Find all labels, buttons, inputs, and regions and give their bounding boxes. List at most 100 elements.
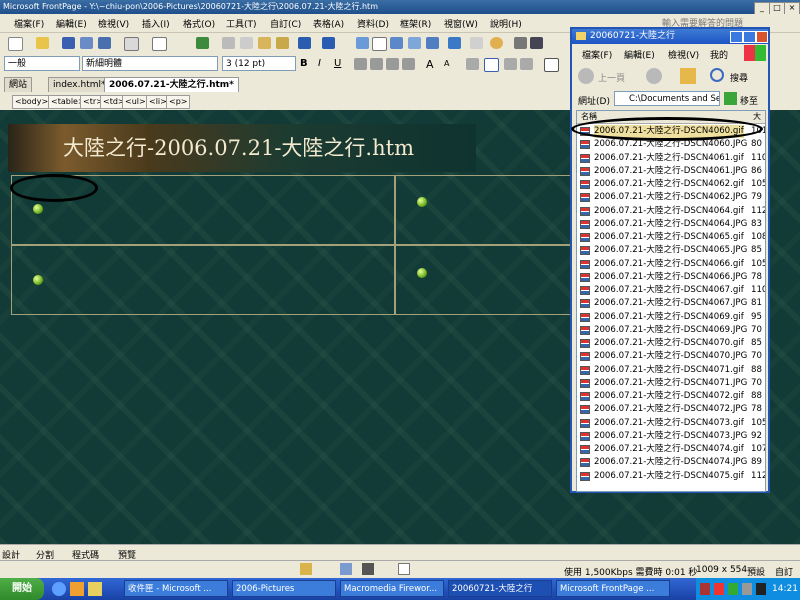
task-explorer-folder[interactable]: 20060721-大陸之行 bbox=[448, 580, 552, 597]
bullets-icon[interactable] bbox=[484, 58, 499, 72]
go-arrow-icon[interactable] bbox=[724, 92, 737, 105]
show-all-icon[interactable] bbox=[470, 37, 483, 49]
explorer-menu-favorites[interactable]: 我的 bbox=[710, 48, 728, 61]
tag-ul[interactable]: <ul> bbox=[122, 95, 149, 109]
menu-insert[interactable]: 插入(I) bbox=[142, 17, 170, 30]
align-right-icon[interactable] bbox=[386, 58, 399, 70]
menu-edit[interactable]: 編輯(E) bbox=[56, 17, 87, 30]
task-frontpage[interactable]: Microsoft FrontPage ... bbox=[556, 580, 670, 597]
align-left-icon[interactable] bbox=[354, 58, 367, 70]
copy-icon[interactable] bbox=[240, 37, 253, 49]
font-select[interactable]: 新細明體 bbox=[82, 56, 218, 71]
menu-table[interactable]: 表格(A) bbox=[313, 17, 344, 30]
file-row[interactable]: 2006.07.21-大陸之行-DSCN4071.JPG 70 bbox=[577, 377, 765, 390]
file-row[interactable]: 2006.07.21-大陸之行-DSCN4071.gif 88 bbox=[577, 364, 765, 377]
file-row[interactable]: 2006.07.21-大陸之行-DSCN4064.JPG 83 bbox=[577, 218, 765, 231]
column-size-header[interactable]: 大 bbox=[753, 111, 761, 123]
explorer-menu-edit[interactable]: 編輯(E) bbox=[624, 48, 655, 61]
outlook-icon[interactable] bbox=[70, 582, 84, 596]
tab-current-page[interactable]: 2006.07.21-大陸之行.htm* bbox=[104, 77, 239, 92]
explorer-maximize-button[interactable] bbox=[743, 31, 756, 43]
file-row[interactable]: 2006.07.21-大陸之行-DSCN4073.gif 105 bbox=[577, 417, 765, 430]
web-component-icon[interactable] bbox=[426, 37, 439, 49]
folder-list-icon[interactable] bbox=[98, 37, 111, 49]
paste-icon[interactable] bbox=[258, 37, 271, 49]
file-row[interactable]: 2006.07.21-大陸之行-DSCN4067.gif 110 bbox=[577, 284, 765, 297]
file-row[interactable]: 2006.07.21-大陸之行-DSCN4073.JPG 92 bbox=[577, 430, 765, 443]
file-row[interactable]: 2006.07.21-大陸之行-DSCN4067.JPG 81 bbox=[577, 297, 765, 310]
new-page-icon[interactable] bbox=[8, 37, 23, 51]
anchor-icon[interactable] bbox=[530, 37, 543, 49]
file-row[interactable]: 2006.07.21-大陸之行-DSCN4075.gif 112 bbox=[577, 470, 765, 483]
explorer-menu-file[interactable]: 檔案(F) bbox=[582, 48, 612, 61]
font-size-select[interactable]: 3 (12 pt) bbox=[222, 56, 296, 71]
style-select[interactable]: 一般 bbox=[4, 56, 80, 71]
tray-icon[interactable] bbox=[742, 583, 752, 595]
file-row[interactable]: 2006.07.21-大陸之行-DSCN4069.JPG 70 bbox=[577, 324, 765, 337]
open-folder-icon[interactable] bbox=[36, 37, 49, 49]
file-row[interactable]: 2006.07.21-大陸之行-DSCN4061.gif 110 bbox=[577, 152, 765, 165]
clock[interactable]: 14:21 bbox=[772, 578, 798, 600]
file-row[interactable]: 2006.07.21-大陸之行-DSCN4070.JPG 70 bbox=[577, 350, 765, 363]
numbering-icon[interactable] bbox=[466, 58, 479, 70]
spelling-icon[interactable] bbox=[196, 37, 209, 49]
file-row[interactable]: 2006.07.21-大陸之行-DSCN4070.gif 85 bbox=[577, 337, 765, 350]
menu-view[interactable]: 檢視(V) bbox=[98, 17, 129, 30]
save-icon[interactable] bbox=[62, 37, 75, 49]
underline-button[interactable]: U bbox=[334, 58, 341, 69]
file-row[interactable]: 2006.07.21-大陸之行-DSCN4066.JPG 78 bbox=[577, 271, 765, 284]
table-cell[interactable] bbox=[395, 245, 577, 315]
search-button[interactable]: 搜尋 bbox=[730, 71, 748, 84]
file-row[interactable]: 2006.07.21-大陸之行-DSCN4069.gif 95 bbox=[577, 311, 765, 324]
file-row[interactable]: 2006.07.21-大陸之行-DSCN4066.gif 105 bbox=[577, 258, 765, 271]
menu-help[interactable]: 說明(H) bbox=[490, 17, 522, 30]
tray-icon[interactable] bbox=[756, 583, 766, 595]
insert-picture-icon[interactable] bbox=[390, 37, 403, 49]
menu-tools[interactable]: 工具(T) bbox=[226, 17, 257, 30]
decrease-font-button[interactable]: A bbox=[444, 59, 449, 68]
tag-p[interactable]: <p> bbox=[166, 95, 191, 109]
explorer-minimize-button[interactable] bbox=[730, 31, 743, 43]
file-row[interactable]: 2006.07.21-大陸之行-DSCN4072.gif 88 bbox=[577, 390, 765, 403]
menu-file[interactable]: 檔案(F) bbox=[14, 17, 44, 30]
file-row[interactable]: 2006.07.21-大陸之行-DSCN4074.gif 107 bbox=[577, 443, 765, 456]
file-row[interactable]: 2006.07.21-大陸之行-DSCN4061.JPG 86 bbox=[577, 165, 765, 178]
task-fireworks[interactable]: Macromedia Firewor... bbox=[340, 580, 444, 597]
print-icon[interactable] bbox=[124, 37, 139, 51]
start-button[interactable]: 開始 bbox=[0, 578, 44, 600]
forward-arrow-icon[interactable] bbox=[646, 68, 662, 84]
file-row[interactable]: 2006.07.21-大陸之行-DSCN4072.JPG 78 bbox=[577, 403, 765, 416]
decrease-indent-icon[interactable] bbox=[504, 58, 517, 70]
file-row[interactable]: 2006.07.21-大陸之行-DSCN4065.JPG 85 bbox=[577, 244, 765, 257]
justify-icon[interactable] bbox=[402, 58, 415, 70]
search-icon[interactable] bbox=[710, 68, 724, 82]
tab-index-html[interactable]: index.html* bbox=[48, 77, 111, 92]
file-row[interactable]: 2006.07.21-大陸之行-DSCN4062.gif 105 bbox=[577, 178, 765, 191]
drawing-icon[interactable] bbox=[408, 37, 421, 49]
tray-icon[interactable] bbox=[728, 583, 738, 595]
up-folder-icon[interactable] bbox=[680, 68, 696, 84]
task-inbox[interactable]: 收件匣 - Microsoft ... bbox=[124, 580, 228, 597]
print-preview-icon[interactable] bbox=[152, 37, 167, 51]
back-button[interactable]: 上一頁 bbox=[598, 71, 625, 84]
address-input[interactable]: C:\Documents and Set bbox=[614, 91, 720, 106]
tag-body[interactable]: <body> bbox=[12, 95, 52, 109]
file-row[interactable]: 2006.07.21-大陸之行-DSCN4074.JPG 89 bbox=[577, 456, 765, 469]
explorer-menu-view[interactable]: 檢視(V) bbox=[668, 48, 699, 61]
redo-icon[interactable] bbox=[322, 37, 335, 49]
tray-icon[interactable] bbox=[714, 583, 724, 595]
table-cell[interactable] bbox=[395, 175, 577, 245]
folder-icon[interactable] bbox=[88, 582, 102, 596]
insert-table-icon[interactable] bbox=[372, 37, 387, 51]
insert-layer-icon[interactable] bbox=[356, 37, 369, 49]
menu-format[interactable]: 格式(O) bbox=[183, 17, 215, 30]
italic-button[interactable]: I bbox=[318, 58, 321, 69]
menu-window[interactable]: 視窗(W) bbox=[444, 17, 478, 30]
table-cell[interactable] bbox=[11, 245, 395, 315]
explorer-close-button[interactable] bbox=[756, 31, 768, 43]
refresh-icon[interactable] bbox=[490, 37, 503, 49]
hyperlink-icon[interactable] bbox=[448, 37, 461, 49]
publish-icon[interactable] bbox=[80, 37, 93, 49]
menu-data[interactable]: 資料(D) bbox=[357, 17, 389, 30]
borders-icon[interactable] bbox=[544, 58, 559, 72]
